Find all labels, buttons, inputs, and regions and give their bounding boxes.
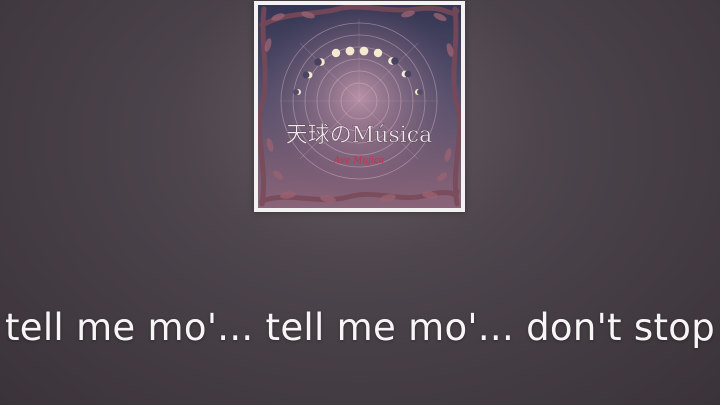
album-artist: Ave Mujica [333, 156, 385, 166]
album-cover: 天球のMúsica Ave Mujica [254, 1, 465, 212]
video-frame: 天球のMúsica Ave Mujica tell me mo'... tell… [0, 0, 720, 405]
album-artwork-svg: 天球のMúsica Ave Mujica [258, 5, 461, 208]
album-artwork: 天球のMúsica Ave Mujica [258, 5, 461, 208]
lyric-subtitle: tell me mo'... tell me mo'... don't stop [4, 306, 716, 349]
album-title: 天球のMúsica [286, 123, 432, 148]
